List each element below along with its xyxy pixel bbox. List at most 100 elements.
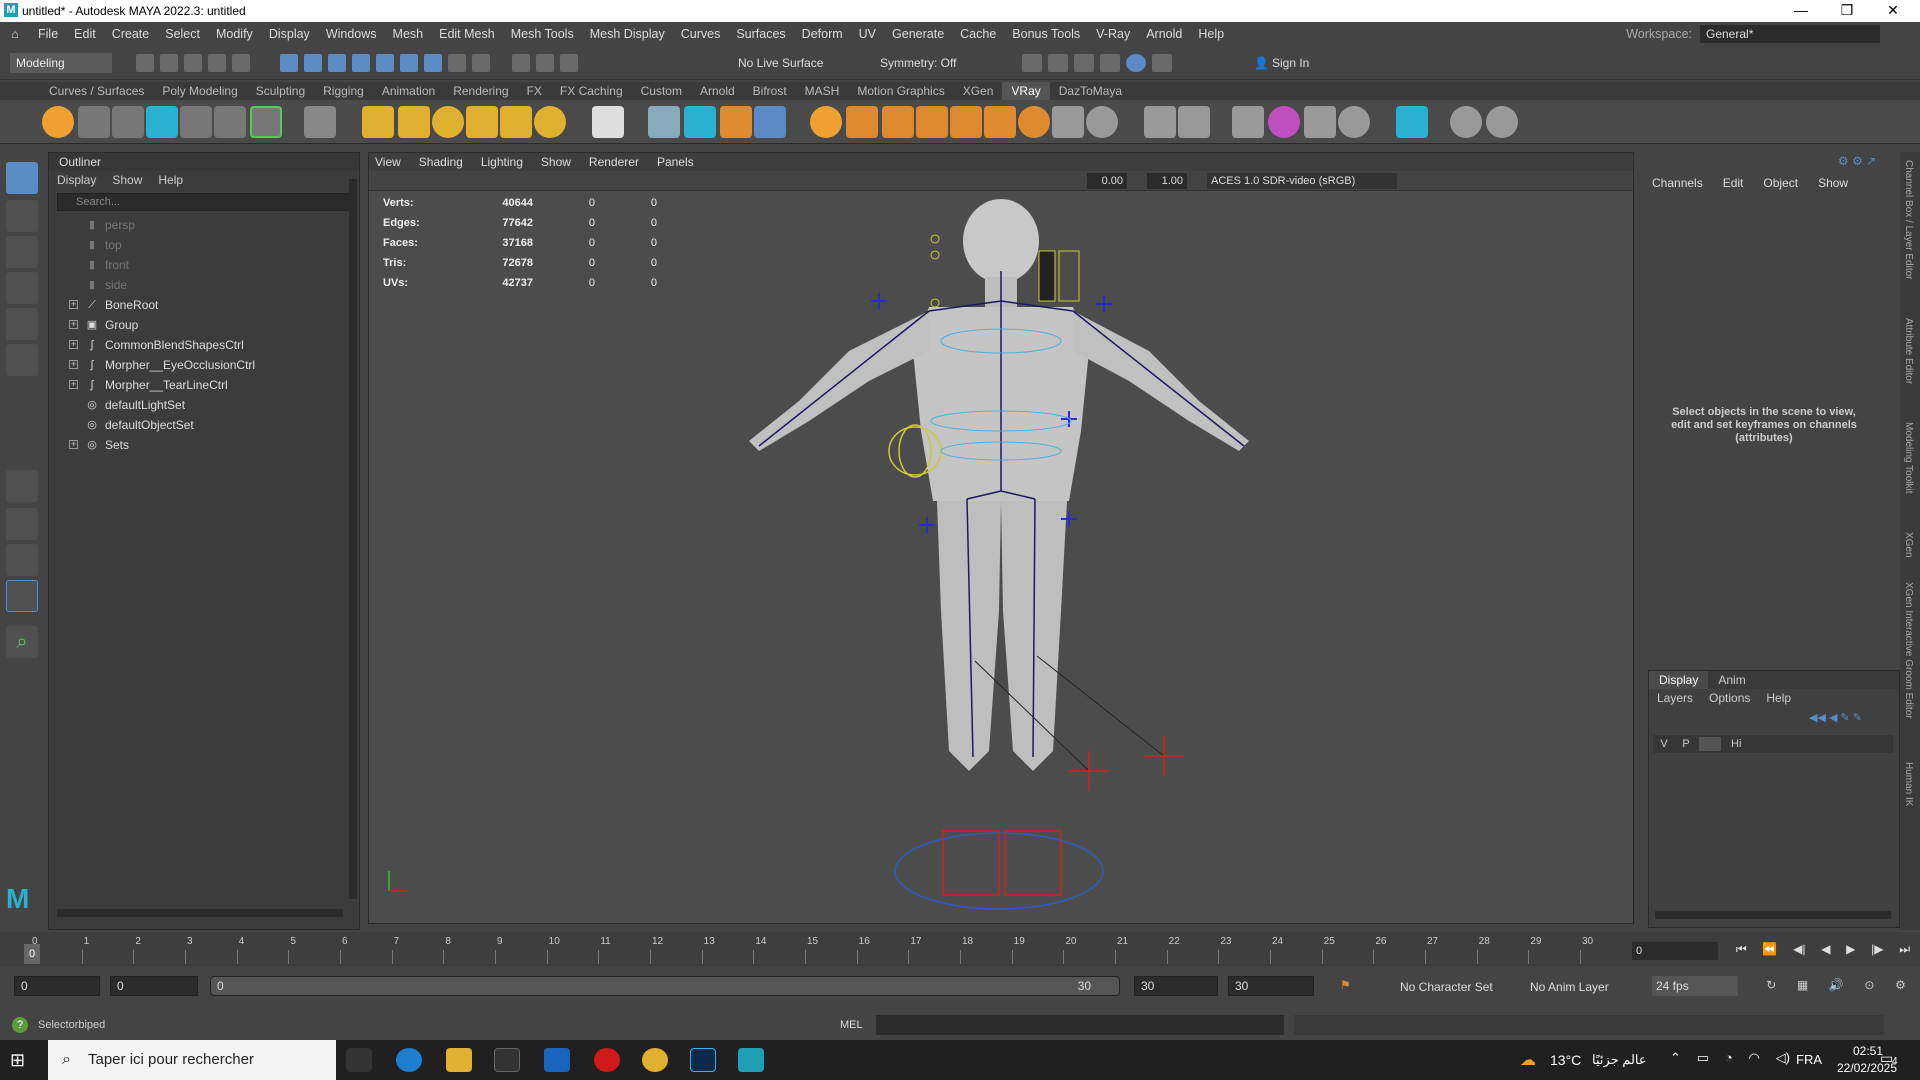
close-button[interactable]: ✕ xyxy=(1870,0,1916,22)
menu-surfaces[interactable]: Surfaces xyxy=(728,27,793,41)
snap-point-icon[interactable] xyxy=(536,54,554,72)
file-explorer-icon[interactable] xyxy=(446,1048,472,1072)
menu-uv[interactable]: UV xyxy=(851,27,884,41)
cb-menu-channels[interactable]: Channels xyxy=(1652,172,1703,194)
side-tab-xgen-groom[interactable]: XGen Interactive Groom Editor xyxy=(1903,582,1914,719)
fps-dropdown[interactable]: 24 fps xyxy=(1652,976,1738,996)
channelbox-header-icons[interactable]: ⚙ ⚙ ↗ xyxy=(1838,154,1888,168)
shelf-tab-fx[interactable]: FX xyxy=(518,82,551,100)
vray-cloud-icon[interactable] xyxy=(1450,106,1482,138)
shelf-tab-curves-surfaces[interactable]: Curves / Surfaces xyxy=(40,82,153,100)
task-view-icon[interactable] xyxy=(346,1048,372,1072)
expand-icon[interactable]: + xyxy=(69,440,78,449)
outliner-menu-help[interactable]: Help xyxy=(158,171,183,189)
current-frame-field[interactable]: 0 xyxy=(1632,942,1718,960)
vray-plugin-icon[interactable] xyxy=(304,106,336,138)
range-slider[interactable]: 0 30 xyxy=(210,976,1120,996)
store-icon[interactable] xyxy=(494,1048,520,1072)
vp-menu-panels[interactable]: Panels xyxy=(657,155,694,169)
vray-mask-icon[interactable] xyxy=(1338,106,1370,138)
shelf-tab-animation[interactable]: Animation xyxy=(373,82,444,100)
rotate-tool-icon[interactable] xyxy=(6,308,38,340)
vray-material-icon[interactable] xyxy=(810,106,842,138)
go-to-start-icon[interactable]: ⏮ xyxy=(1736,942,1747,960)
vray-sunlight-icon[interactable] xyxy=(534,106,566,138)
outliner-item[interactable]: + ◎ Sets xyxy=(49,435,359,455)
step-back-key-icon[interactable]: ⏪ xyxy=(1762,942,1777,960)
symmetry-dropdown[interactable]: Symmetry: Off xyxy=(880,54,980,72)
viewport-panel[interactable]: View Shading Lighting Show Renderer Pane… xyxy=(368,152,1634,924)
current-frame-marker[interactable]: 0 xyxy=(24,944,40,964)
vray-cube-icon[interactable] xyxy=(648,106,680,138)
scene-end-field[interactable]: 30 xyxy=(1228,976,1314,996)
menu-modify[interactable]: Modify xyxy=(208,27,261,41)
outliner-item[interactable]: + ∫ Morpher__TearLineCtrl xyxy=(49,375,359,395)
windows-start-icon[interactable]: ⊞ xyxy=(10,1050,30,1070)
vray-ies-light-icon[interactable] xyxy=(500,106,532,138)
home-icon[interactable]: ⌂ xyxy=(0,27,30,41)
hypershade-icon[interactable] xyxy=(1152,54,1172,72)
outliner-v-scrollbar[interactable] xyxy=(349,179,357,899)
cb-menu-edit[interactable]: Edit xyxy=(1723,172,1744,194)
exposure-field[interactable]: 0.00 xyxy=(1087,173,1127,189)
workspace-dropdown[interactable]: General* xyxy=(1700,25,1880,43)
language-indicator[interactable]: FRA xyxy=(1796,1052,1826,1068)
layer-menu-layers[interactable]: Layers xyxy=(1657,689,1693,707)
prefs-icon[interactable]: ⚙ xyxy=(1895,978,1906,996)
four-view-icon[interactable] xyxy=(6,508,38,540)
expand-icon[interactable]: + xyxy=(69,300,78,309)
search-tool-icon[interactable]: ⌕ xyxy=(6,626,38,658)
vray-check-icon[interactable] xyxy=(1486,106,1518,138)
menu-arnold[interactable]: Arnold xyxy=(1138,27,1190,41)
vray-instancer-icon[interactable] xyxy=(916,106,948,138)
vray-multi-icon[interactable] xyxy=(1304,106,1336,138)
mel-input[interactable] xyxy=(876,1015,1284,1035)
shelf-tab-rendering[interactable]: Rendering xyxy=(444,82,517,100)
outliner-item[interactable]: + ∫ Morpher__EyeOcclusionCtrl xyxy=(49,355,359,375)
vray-vrscene-icon[interactable] xyxy=(1396,106,1428,138)
vray-light-icon[interactable] xyxy=(78,106,110,138)
vray-mesh-light-icon[interactable] xyxy=(466,106,498,138)
side-tab-attribute-editor[interactable]: Attribute Editor xyxy=(1903,318,1914,384)
tray-chevron-icon[interactable]: ⌃ xyxy=(1670,1050,1681,1070)
paint-select-tool-icon[interactable] xyxy=(6,236,38,268)
vray-particle-icon[interactable] xyxy=(1052,106,1084,138)
redo-icon[interactable] xyxy=(232,54,250,72)
outliner-item[interactable]: ◎ defaultObjectSet xyxy=(49,415,359,435)
sound-icon[interactable]: 🔊 xyxy=(1829,978,1844,996)
select-edge-icon[interactable] xyxy=(376,54,394,72)
ipr-icon[interactable] xyxy=(1074,54,1094,72)
outlook-icon[interactable] xyxy=(544,1048,570,1072)
side-tab-human-ik[interactable]: Human IK xyxy=(1903,762,1914,806)
render-view-icon[interactable] xyxy=(1048,54,1068,72)
snap-grid-icon[interactable] xyxy=(472,54,490,72)
step-forward-frame-icon[interactable]: |▶ xyxy=(1871,942,1883,960)
battery-icon[interactable]: ▭ xyxy=(1697,1050,1709,1070)
scene-start-field[interactable]: 0 xyxy=(14,976,100,996)
vp-menu-view[interactable]: View xyxy=(375,155,401,169)
layer-tab-anim[interactable]: Anim xyxy=(1708,671,1755,689)
vray-clipper-icon[interactable] xyxy=(984,106,1016,138)
outliner-item[interactable]: ◎ defaultLightSet xyxy=(49,395,359,415)
shelf-tab-daztomaya[interactable]: DazToMaya xyxy=(1050,82,1131,100)
outliner-item[interactable]: + ∫ CommonBlendShapesCtrl xyxy=(49,335,359,355)
undo-icon[interactable] xyxy=(208,54,226,72)
speed-icon[interactable]: ⊙ xyxy=(1864,978,1874,996)
outliner-layout-icon[interactable] xyxy=(6,580,38,612)
color-space-dropdown[interactable]: ACES 1.0 SDR-video (sRGB) xyxy=(1207,173,1397,189)
layer-menu-help[interactable]: Help xyxy=(1766,689,1791,707)
outliner-search-input[interactable]: Search... xyxy=(57,193,351,211)
network-icon[interactable]: ◔ xyxy=(1725,1050,1733,1070)
two-view-icon[interactable] xyxy=(6,544,38,576)
single-view-icon[interactable] xyxy=(6,470,38,502)
menu-file[interactable]: File xyxy=(30,27,66,41)
vray-tex-icon[interactable] xyxy=(846,106,878,138)
playback-start-field[interactable]: 0 xyxy=(110,976,198,996)
shelf-tab-fx-caching[interactable]: FX Caching xyxy=(551,82,632,100)
grid-view-icon[interactable]: ▦ xyxy=(1797,978,1808,996)
edge-icon[interactable] xyxy=(396,1048,422,1072)
select-hierarchy-icon[interactable] xyxy=(280,54,298,72)
menu-bonus-tools[interactable]: Bonus Tools xyxy=(1004,27,1088,41)
layer-h-scrollbar[interactable] xyxy=(1655,911,1891,919)
render-settings-icon[interactable] xyxy=(1100,54,1120,72)
